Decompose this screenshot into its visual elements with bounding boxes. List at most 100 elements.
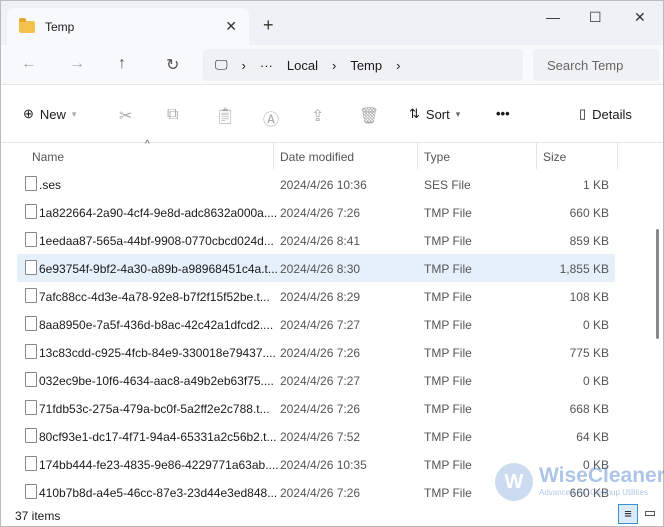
file-row[interactable]: 13c83cdd-c925-4fcb-84e9-330018e79437....… [17, 338, 615, 366]
rename-icon[interactable]: Ⓐ [263, 106, 279, 130]
chevron-down-icon: ▾ [455, 108, 461, 119]
column-size[interactable]: Size [543, 150, 566, 164]
title-bar: Temp ✕ + — ☐ ✕ [1, 1, 663, 45]
computer-icon: 🖵 [215, 57, 228, 72]
file-row[interactable]: 80cf93e1-dc17-4f71-94a4-65331a2c56b2.t..… [17, 422, 615, 450]
details-view-button[interactable]: ≡ [618, 504, 638, 524]
copy-icon[interactable]: ⧉ [167, 106, 178, 124]
file-size: 108 KB [569, 290, 609, 304]
search-input[interactable]: Search Temp [533, 49, 659, 81]
file-type: TMP File [424, 318, 472, 332]
file-size: 64 KB [576, 430, 609, 444]
file-date: 2024/4/26 10:35 [280, 458, 367, 472]
file-date: 2024/4/26 7:52 [280, 430, 361, 444]
file-icon [25, 344, 37, 359]
new-label: New [39, 106, 66, 122]
breadcrumb-overflow[interactable]: ··· [260, 58, 273, 73]
file-date: 2024/4/26 10:36 [280, 178, 367, 192]
maximize-button[interactable]: ☐ [589, 9, 602, 26]
file-date: 2024/4/26 8:29 [280, 290, 361, 304]
file-name: 13c83cdd-c925-4fcb-84e9-330018e79437.... [39, 346, 276, 360]
file-row[interactable]: 7afc88cc-4d3e-4a78-92e8-b7f2f15f52be.t..… [17, 282, 615, 310]
close-button[interactable]: ✕ [634, 9, 646, 26]
tab-close-button[interactable]: ✕ [225, 18, 237, 35]
refresh-button[interactable]: ↻ [166, 55, 179, 75]
file-icon [25, 232, 37, 247]
file-date: 2024/4/26 8:41 [280, 234, 361, 248]
details-pane-icon: ▯ [579, 106, 587, 121]
file-icon [25, 176, 37, 191]
file-name: 174bb444-fe23-4835-9e86-4229771a63ab.... [39, 458, 279, 472]
file-name: 410b7b8d-a4e5-46cc-87e3-23d44e3ed848... [39, 486, 278, 500]
forward-button[interactable]: → [69, 55, 85, 73]
more-options-button[interactable]: ••• [496, 106, 510, 121]
cut-icon[interactable]: ✂ [119, 106, 132, 126]
file-row[interactable]: 1eedaa87-565a-44bf-9908-0770cbcd024d... … [17, 226, 615, 254]
file-name: .ses [39, 178, 62, 192]
sort-button[interactable]: ⇅ Sort ▾ [409, 106, 460, 122]
file-type: TMP File [424, 206, 472, 220]
sort-ascending-icon: ^ [145, 139, 150, 150]
tiles-view-button[interactable]: ▭ [640, 504, 660, 524]
file-date: 2024/4/26 7:26 [280, 206, 361, 220]
file-row[interactable]: 1a822664-2a90-4cf4-9e8d-adc8632a000a....… [17, 198, 615, 226]
file-name: 1a822664-2a90-4cf4-9e8d-adc8632a000a.... [39, 206, 278, 220]
file-row[interactable]: 6e93754f-9bf2-4a30-a89b-a98968451c4a.t..… [17, 254, 615, 282]
file-icon [25, 316, 37, 331]
file-size: 775 KB [569, 346, 609, 360]
file-type: TMP File [424, 430, 472, 444]
file-list: .ses 2024/4/26 10:36 SES File 1 KB 1a822… [17, 170, 615, 506]
column-type[interactable]: Type [424, 150, 450, 164]
delete-icon[interactable]: 🗑︎ [359, 106, 379, 126]
vertical-scrollbar[interactable] [656, 229, 659, 339]
new-button[interactable]: ⊕ New ▾ [23, 106, 76, 122]
column-headers: Name ^ Date modified Type Size [1, 139, 621, 169]
column-date-modified[interactable]: Date modified [280, 150, 354, 164]
plus-circle-icon: ⊕ [23, 106, 34, 121]
file-type: TMP File [424, 402, 472, 416]
tab-temp[interactable]: Temp ✕ [7, 8, 249, 45]
file-name: 8aa8950e-7a5f-436d-b8ac-42c42a1dfcd2.... [39, 318, 274, 332]
file-row[interactable]: .ses 2024/4/26 10:36 SES File 1 KB [17, 170, 615, 198]
back-button[interactable]: ← [21, 55, 37, 73]
up-button[interactable]: ↑ [118, 55, 126, 73]
file-date: 2024/4/26 7:27 [280, 374, 361, 388]
sort-icon: ⇅ [409, 106, 420, 121]
file-name: 1eedaa87-565a-44bf-9908-0770cbcd024d... [39, 234, 274, 248]
file-size: 668 KB [569, 402, 609, 416]
file-row[interactable]: 8aa8950e-7a5f-436d-b8ac-42c42a1dfcd2....… [17, 310, 615, 338]
details-button[interactable]: ▯ Details [579, 106, 632, 122]
paste-icon[interactable]: 📋︎ [215, 106, 235, 126]
address-bar[interactable]: 🖵 › ··· Local › Temp › [203, 49, 523, 81]
details-label: Details [592, 106, 632, 122]
new-tab-button[interactable]: + [263, 15, 274, 36]
file-type: TMP File [424, 262, 472, 276]
file-type: TMP File [424, 234, 472, 248]
file-type: TMP File [424, 290, 472, 304]
column-name[interactable]: Name [32, 150, 64, 164]
file-type: TMP File [424, 346, 472, 360]
minimize-button[interactable]: — [546, 9, 560, 25]
file-name: 032ec9be-10f6-4634-aac8-a49b2eb63f75.... [39, 374, 274, 388]
breadcrumb-temp[interactable]: Temp [350, 58, 382, 73]
file-size: 859 KB [569, 234, 609, 248]
file-size: 1,855 KB [559, 262, 609, 276]
file-type: TMP File [424, 458, 472, 472]
share-icon[interactable]: ⇪ [311, 106, 324, 126]
file-row[interactable]: 71fdb53c-275a-479a-bc0f-5a2ff2e2c788.t..… [17, 394, 615, 422]
file-row[interactable]: 032ec9be-10f6-4634-aac8-a49b2eb63f75....… [17, 366, 615, 394]
file-icon [25, 288, 37, 303]
file-size: 1 KB [582, 178, 609, 192]
chevron-down-icon: ▾ [71, 108, 77, 119]
command-bar: ⊕ New ▾ ✂ ⧉ 📋︎ Ⓐ ⇪ 🗑︎ ⇅ Sort ▾ ••• ▯ Details [1, 85, 663, 143]
chevron-right-icon: › [331, 57, 337, 73]
file-name: 71fdb53c-275a-479a-bc0f-5a2ff2e2c788.t..… [39, 402, 270, 416]
file-type: TMP File [424, 486, 472, 500]
file-name: 80cf93e1-dc17-4f71-94a4-65331a2c56b2.t..… [39, 430, 277, 444]
file-type: SES File [424, 178, 471, 192]
file-icon [25, 400, 37, 415]
breadcrumb-local[interactable]: Local [287, 58, 318, 73]
file-date: 2024/4/26 7:26 [280, 346, 361, 360]
file-date: 2024/4/26 7:27 [280, 318, 361, 332]
file-size: 0 KB [582, 318, 609, 332]
